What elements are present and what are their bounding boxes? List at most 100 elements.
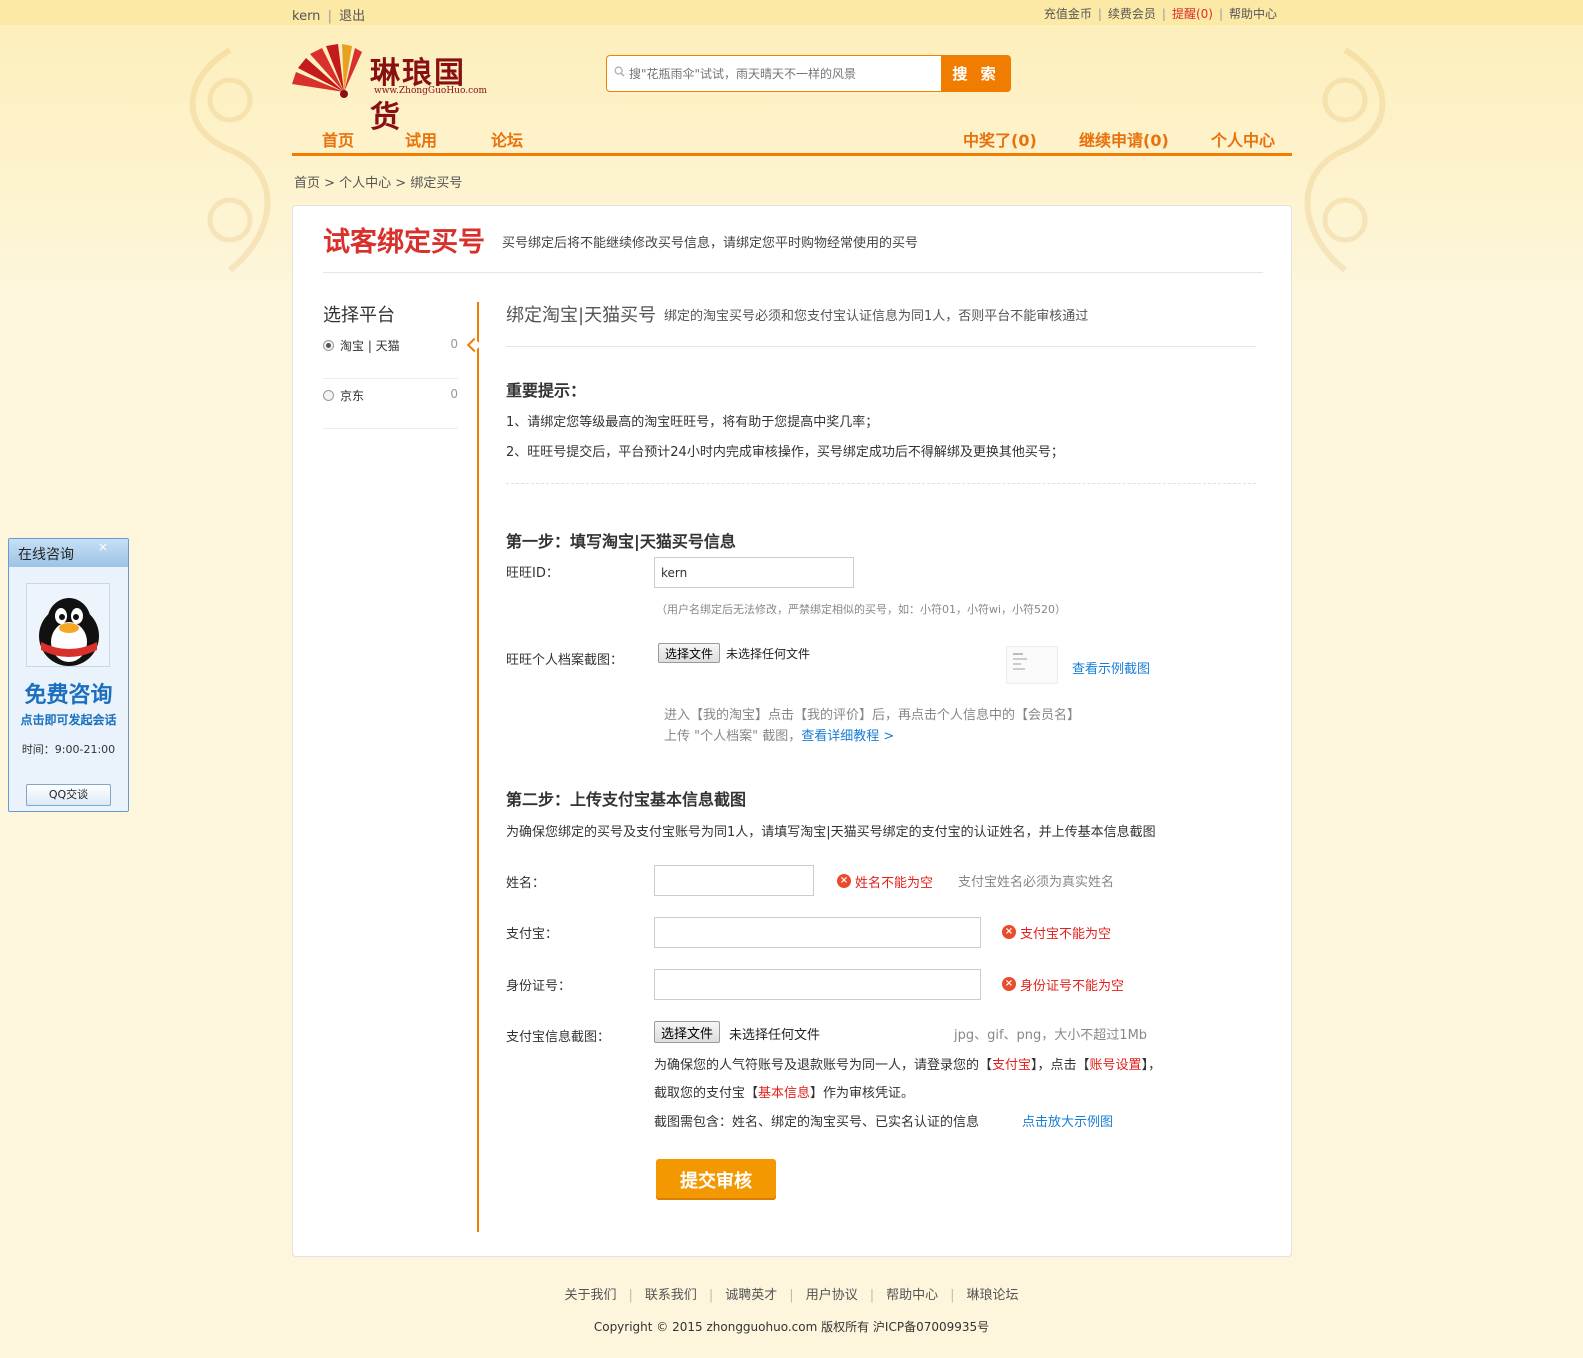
file-format-hint: jpg、gif、png，大小不超过1Mb [954,1028,1148,1043]
step2-title: 第二步：上传支付宝基本信息截图 [506,790,747,809]
screenshot-requirements: 截图需包含：姓名、绑定的淘宝买号、已实名认证的信息 [654,1115,980,1130]
wangwang-id-input[interactable] [654,557,854,588]
penguin-icon [39,598,99,666]
alipay-error: × 支付宝不能为空 [1002,923,1111,942]
choose-file-button[interactable]: 选择文件 [658,643,721,663]
example-thumbnail[interactable] [1006,646,1058,684]
idcard-error: × 身份证号不能为空 [1002,975,1124,994]
error-icon: × [837,874,851,888]
file-status: 未选择任何文件 [729,1028,821,1043]
main-nav: 首页 试用 论坛 中奖了(0) 继续申请(0) 个人中心 [292,120,1292,156]
wangwang-label: 旺旺ID： [506,566,559,581]
submit-review-button[interactable]: 提交审核 [656,1159,776,1200]
qq-chat-button[interactable]: QQ交谈 [26,784,111,806]
search-bar: 搜 索 [606,55,1011,92]
nav-personal-center[interactable]: 个人中心 [1211,127,1275,151]
real-name-input[interactable] [654,865,814,896]
qq-consult-widget: 在线咨询 × 免费咨询 点击即可发起会话 时间：9:00-21:00 QQ交谈 [8,538,129,812]
detailed-tutorial-link[interactable]: 查看详细教程 > [801,729,894,744]
search-button[interactable]: 搜 索 [941,55,1011,92]
choose-file-button[interactable]: 选择文件 [654,1021,721,1043]
platform-count: 0 [450,337,458,351]
alipay-label: 支付宝： [506,927,559,942]
start-chat-text: 点击即可发起会话 [20,713,117,727]
nav-won[interactable]: 中奖了(0) [963,127,1037,151]
enlarge-example-link[interactable]: 点击放大示例图 [1022,1111,1113,1130]
decorative-swirl-right [1304,47,1386,273]
qq-widget-title: 在线咨询 [18,547,74,563]
renew-membership-link[interactable]: 续费会员 [1108,7,1156,21]
tip-item: 1、请绑定您等级最高的淘宝旺旺号，将有助于您提高中奖几率； [506,415,879,430]
page-subtitle: 买号绑定后将不能继续修改买号信息，请绑定您平时购物经常使用的买号 [502,236,919,251]
name-label: 姓名： [506,876,546,891]
platform-count: 0 [450,387,458,401]
nav-trial[interactable]: 试用 [405,127,437,151]
alipay-account-input[interactable] [654,917,981,948]
fan-logo-icon [292,44,362,98]
step2-description: 为确保您绑定的买号及支付宝账号为同1人，请填写淘宝|天猫买号绑定的支付宝的认证姓… [506,825,1156,840]
view-example-link[interactable]: 查看示例截图 [1072,658,1150,677]
sidebar-divider [477,302,479,1232]
idcard-label: 身份证号： [506,979,572,994]
close-icon[interactable]: × [98,540,108,554]
guide-line: 进入【我的淘宝】点击【我的评价】后，再点击个人信息中的【会员名】 [664,708,1081,723]
alipay-instruction-line: 为确保您的人气符账号及退款账号为同一人，请登录您的【支付宝】，点击【账号设置】， [654,1058,1162,1073]
top-bar: kern | 退出 充值金币 | 续费会员 | 提醒(0) | 帮助中心 [0,0,1583,25]
username-link[interactable]: kern [292,9,320,24]
qq-widget-header: 在线咨询 × [9,539,128,567]
service-hours: 时间：9:00-21:00 [21,743,116,756]
footer-links: 关于我们 | 联系我们 | 诚聘英才 | 用户协议 | 帮助中心 | 琳琅论坛 [564,1288,1019,1303]
footer-link-about[interactable]: 关于我们 [564,1288,616,1303]
nav-home[interactable]: 首页 [322,127,354,151]
profile-screenshot-label: 旺旺个人档案截图： [506,653,624,668]
radio-unselected-icon[interactable] [323,390,334,401]
footer-link-careers[interactable]: 诚聘英才 [725,1288,777,1303]
error-icon: × [1002,925,1016,939]
copyright: Copyright © 2015 zhongguohuo.com 版权所有 沪I… [593,1320,990,1334]
recharge-coins-link[interactable]: 充值金币 [1044,7,1092,21]
platform-option-jd[interactable]: 京东 0 [323,381,458,429]
logout-link[interactable]: 退出 [339,9,365,24]
dashed-divider [506,483,1256,484]
wangwang-hint: （用户名绑定后无法修改，严禁绑定相似的买号，如：小符01，小符wi，小符520） [656,603,1067,616]
radio-selected-icon[interactable] [323,340,334,351]
logo-url: www.ZhongGuoHuo.com [374,86,488,96]
nav-forum[interactable]: 论坛 [491,127,523,151]
name-hint: 支付宝姓名必须为真实姓名 [958,875,1115,890]
footer-link-help[interactable]: 帮助中心 [886,1288,938,1303]
site-logo[interactable]: 琳琅国货 www.ZhongGuoHuo.com [292,44,492,135]
id-card-input[interactable] [654,969,981,1000]
divider [323,272,1263,273]
guide-line: 上传 "个人档案" 截图，查看详细教程 > [664,729,895,744]
step1-title: 第一步：填写淘宝|天猫买号信息 [506,532,736,551]
platform-select-title: 选择平台 [323,305,395,326]
search-input[interactable] [606,55,942,92]
platform-label: 京东 [340,389,365,403]
qq-penguin-avatar [26,583,110,667]
footer-link-forum[interactable]: 琳琅论坛 [967,1288,1019,1303]
file-status: 未选择任何文件 [726,647,811,661]
name-error: × 姓名不能为空 [837,872,933,891]
alipay-screenshot-label: 支付宝信息截图： [506,1030,611,1045]
divider [506,346,1256,347]
section-heading-note: 绑定的淘宝买号必须和您支付宝认证信息为同1人，否则平台不能审核通过 [664,309,1089,324]
tips-title: 重要提示： [506,381,587,400]
decorative-swirl-left [189,47,271,273]
section-heading: 绑定淘宝|天猫买号 [506,305,657,326]
page-title: 试客绑定买号 [323,227,485,258]
free-consult-text: 免费咨询 [24,683,113,708]
tip-item: 2、旺旺号提交后，平台预计24小时内完成审核操作，买号绑定成功后不得解绑及更换其… [506,445,1064,460]
footer-link-agreement[interactable]: 用户协议 [806,1288,858,1303]
platform-option-taobao[interactable]: 淘宝 | 天猫 0 [323,331,458,379]
nav-continue-apply[interactable]: 继续申请(0) [1079,127,1169,151]
bind-account-panel: 试客绑定买号 买号绑定后将不能继续修改买号信息，请绑定您平时购物经常使用的买号 … [292,205,1292,1257]
search-icon [614,66,625,77]
footer-link-contact[interactable]: 联系我们 [645,1288,697,1303]
reminders-link[interactable]: 提醒(0) [1172,7,1213,21]
user-area: kern | 退出 [292,9,366,24]
help-center-link[interactable]: 帮助中心 [1229,7,1277,21]
error-icon: × [1002,977,1016,991]
alipay-instruction-line: 截取您的支付宝【基本信息】作为审核凭证。 [654,1086,915,1101]
breadcrumb: 首页 > 个人中心 > 绑定买号 [294,176,463,191]
top-links: 充值金币 | 续费会员 | 提醒(0) | 帮助中心 [1043,7,1277,21]
